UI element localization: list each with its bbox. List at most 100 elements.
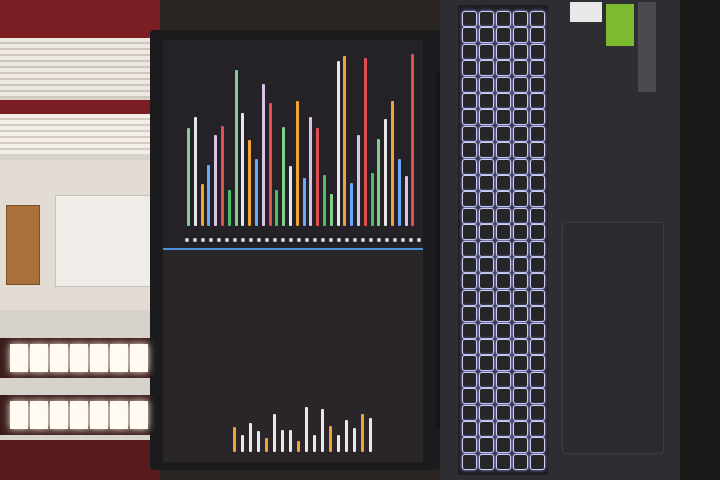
screen-bar [265, 438, 268, 452]
screen-bar [273, 414, 276, 452]
light-panel [10, 401, 28, 429]
keyboard-key [530, 388, 545, 405]
keyboard-key [479, 404, 494, 421]
keyboard-key [530, 322, 545, 339]
window-frame-strip [0, 100, 160, 114]
keyboard-key [513, 388, 528, 405]
keyboard-key [530, 355, 545, 372]
keyboard-key [479, 322, 494, 339]
window-blind-lower [0, 114, 160, 154]
screen-bar [248, 140, 252, 226]
screen-bar [221, 126, 224, 226]
keyboard-key [479, 142, 494, 159]
keyboard-key [530, 207, 545, 224]
screen-tick [233, 238, 237, 242]
screen-bar [323, 175, 326, 226]
keyboard-key [479, 43, 494, 60]
screen-tick [401, 238, 405, 242]
screen-bar [261, 84, 265, 226]
screen-bar [187, 128, 190, 226]
keyboard-key [513, 404, 528, 421]
keyboard-key [513, 322, 528, 339]
screen-bar [241, 435, 244, 452]
keyboard-key [530, 175, 545, 191]
keyboard-key [513, 207, 528, 224]
keyboard-key [496, 388, 511, 405]
keyboard-key [462, 240, 477, 257]
keyboard-key [530, 289, 545, 306]
screen-tick [297, 238, 301, 242]
keyboard-key [530, 240, 545, 257]
keyboard-key [513, 93, 528, 109]
light-panel [70, 344, 88, 372]
screen-bar [241, 113, 245, 226]
keyboard-key [462, 76, 477, 93]
light-panel [10, 344, 28, 372]
keyboard-key [462, 11, 477, 27]
keyboard-key [496, 60, 511, 77]
screen-bar [281, 430, 284, 452]
keyboard-key [496, 224, 511, 241]
keyboard-key [513, 306, 528, 323]
screen-bar [391, 101, 394, 226]
keyboard-key [479, 257, 494, 273]
screen-tick [321, 238, 325, 242]
keyboard-key [479, 109, 494, 126]
keyboard-key [513, 27, 528, 44]
screen-bar [193, 117, 197, 226]
screen-bar [257, 431, 260, 452]
laptop-screen [163, 40, 423, 462]
keyboard-key [462, 388, 477, 405]
keyboard-key [496, 142, 511, 159]
keyboard-key [530, 453, 545, 470]
shelf-red [0, 440, 160, 480]
screen-tick [217, 238, 221, 242]
screen-tick [225, 238, 229, 242]
keyboard-key [530, 158, 545, 175]
screen-bar [227, 190, 231, 226]
keyboard-key [462, 421, 477, 437]
screen-bar [255, 159, 258, 226]
keyboard-key [513, 76, 528, 93]
keyboard-key [479, 273, 494, 290]
keyboard-key [479, 60, 494, 77]
keyboard-key [513, 191, 528, 208]
screen-bar [275, 190, 279, 226]
keyboard-key [513, 371, 528, 388]
keyboard-key [479, 388, 494, 405]
keyboard-key [496, 158, 511, 175]
keyboard-key [479, 421, 494, 437]
screen-tick [393, 238, 397, 242]
keyboard-key [479, 27, 494, 44]
screen-tick [305, 238, 309, 242]
screen-bar [295, 101, 299, 226]
screen-bar [297, 441, 300, 452]
screen-lower-pane [163, 248, 423, 462]
screen-bar [353, 428, 356, 452]
keyboard-key [462, 191, 477, 208]
screen-bar [282, 127, 286, 226]
keyboard-key [496, 437, 511, 454]
keyboard-key [462, 207, 477, 224]
keyboard-key [479, 191, 494, 208]
screen-tick [361, 238, 365, 242]
keyboard-key [479, 125, 494, 142]
keyboard-key [513, 109, 528, 126]
keyboard-key [462, 175, 477, 191]
keyboard-key [496, 421, 511, 437]
keyboard-key [479, 240, 494, 257]
screen-bar [289, 430, 292, 452]
keyboard-key [462, 371, 477, 388]
keyboard-key [530, 11, 545, 27]
light-panel [50, 344, 68, 372]
screen-tick [409, 238, 413, 242]
keyboard-key [496, 306, 511, 323]
keyboard-key [496, 339, 511, 355]
keyboard-key [513, 339, 528, 355]
keyboard-key [530, 142, 545, 159]
screen-bar [200, 184, 204, 226]
desk-edge [680, 0, 720, 480]
keyboard-key [462, 43, 477, 60]
keyboard-key [462, 93, 477, 109]
screen-tick [345, 238, 349, 242]
